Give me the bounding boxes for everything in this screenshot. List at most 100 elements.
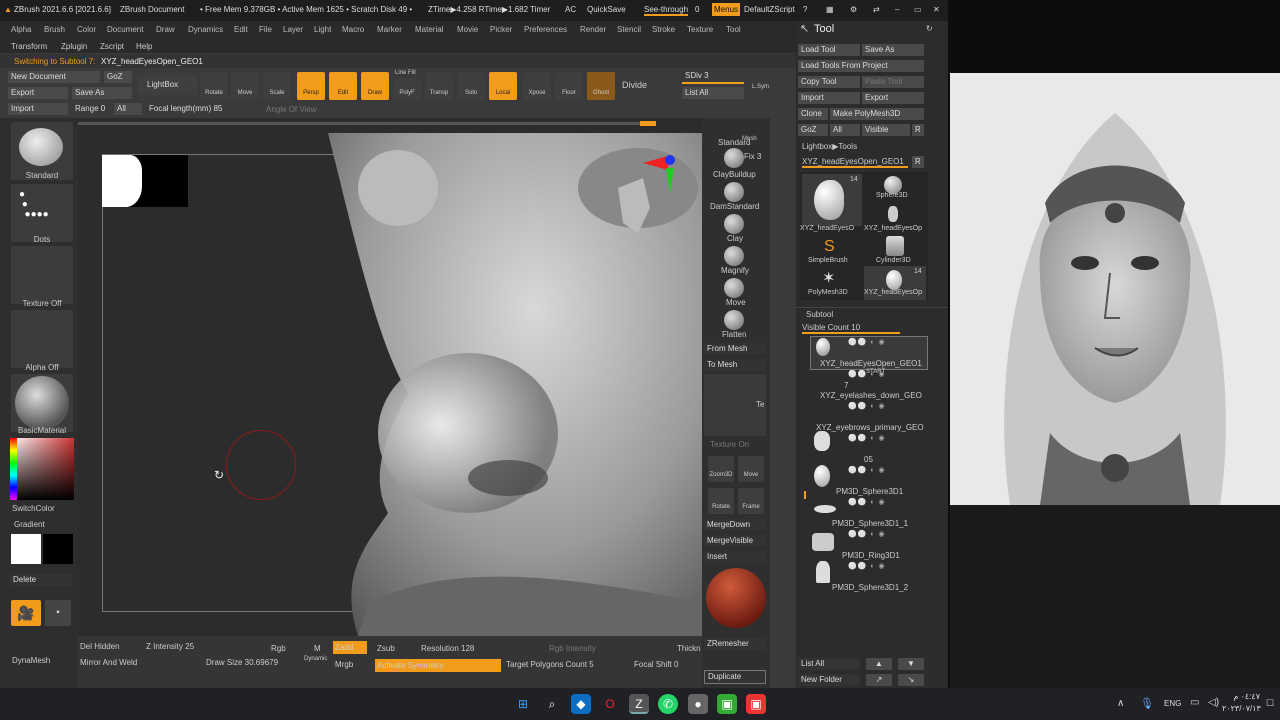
menu-zplugin[interactable]: Zplugin: [61, 42, 87, 51]
alpha-thumb[interactable]: [11, 310, 73, 368]
menu-movie[interactable]: Movie: [457, 25, 478, 34]
menu-macro[interactable]: Macro: [342, 25, 364, 34]
divide-button[interactable]: Divide: [622, 80, 647, 90]
tray-chevron-icon[interactable]: ∧: [1117, 698, 1124, 709]
close-icon[interactable]: ✕: [933, 5, 940, 14]
mrgb-button[interactable]: Mrgb: [335, 660, 353, 669]
edit-button[interactable]: Edit: [329, 72, 357, 100]
brush-damstandard-label[interactable]: DamStandard: [710, 202, 759, 211]
load-tools-project-button[interactable]: Load Tools From Project: [798, 60, 924, 72]
texture-on-button[interactable]: Texture On: [710, 440, 749, 449]
menu-picker[interactable]: Picker: [490, 25, 512, 34]
goz-button[interactable]: GoZ: [104, 71, 132, 83]
subtool-up-icon[interactable]: ▲: [866, 658, 892, 670]
flatten-icon[interactable]: [724, 310, 744, 330]
language-indicator[interactable]: ENG: [1164, 699, 1181, 708]
range-slider[interactable]: Range 0: [72, 103, 112, 115]
polymesh3d-icon[interactable]: ✶: [822, 268, 835, 288]
menus-button[interactable]: Menus: [712, 3, 741, 16]
menu-draw[interactable]: Draw: [156, 25, 175, 34]
layout-icon[interactable]: ▦: [826, 5, 834, 14]
clone-button[interactable]: Clone: [798, 108, 828, 120]
menu-file[interactable]: File: [259, 25, 272, 34]
visible-count-slider[interactable]: Visible Count 10: [802, 323, 901, 334]
canvas-scrollbar[interactable]: [78, 122, 648, 125]
tool-panel-refresh-icon[interactable]: ↻: [926, 24, 933, 33]
zbrush-taskbar-icon[interactable]: Z: [629, 694, 649, 714]
opera-icon[interactable]: O: [600, 694, 620, 714]
mic-icon[interactable]: 🎙: [1140, 697, 1154, 710]
cylinder3d-icon[interactable]: [886, 236, 904, 256]
subtool-toggles-6[interactable]: ⚪⚪ ◐ ◉: [848, 530, 886, 538]
focal-shift-slider[interactable]: Focal Shift 0: [634, 660, 678, 669]
lsym-button[interactable]: L.Sym: [752, 84, 769, 90]
move-tool-button[interactable]: Move: [231, 72, 259, 100]
scale-tool-button[interactable]: Scale: [263, 72, 291, 100]
draw-button[interactable]: Draw: [361, 72, 389, 100]
zsub-button[interactable]: Zsub: [377, 644, 395, 653]
clay-icon[interactable]: [724, 214, 744, 234]
from-mesh-button[interactable]: From Mesh: [704, 343, 766, 355]
tool-collapse-icon[interactable]: ↖: [800, 22, 809, 35]
new-folder-button[interactable]: New Folder: [798, 674, 860, 686]
tool-save-as-button[interactable]: Save As: [862, 44, 924, 56]
lightbox-button[interactable]: LightBox: [137, 75, 197, 95]
brush-clay-label[interactable]: Clay: [727, 234, 743, 243]
draw-size-slider[interactable]: Draw Size 30.69679: [206, 658, 278, 667]
import-button[interactable]: Import: [8, 103, 68, 115]
rgb-button[interactable]: Rgb: [271, 644, 286, 653]
paste-tool-button[interactable]: Paste Tool: [862, 76, 924, 88]
menu-light[interactable]: Light: [314, 25, 331, 34]
matcap-sphere[interactable]: [706, 568, 766, 628]
damstandard-icon[interactable]: [724, 182, 744, 202]
merge-down-button[interactable]: MergeDown: [704, 519, 766, 531]
menu-stencil[interactable]: Stencil: [617, 25, 641, 34]
zremesher-button[interactable]: ZRemesher: [704, 638, 766, 650]
solo-button[interactable]: Solo: [457, 72, 485, 100]
persp-button[interactable]: Persp: [297, 72, 325, 100]
z-intensity-slider[interactable]: Z Intensity 25: [146, 642, 194, 651]
menu-material[interactable]: Material: [415, 25, 443, 34]
secondary-color-swatch[interactable]: [43, 534, 73, 564]
minimize-icon[interactable]: –: [895, 5, 899, 14]
app-green-icon[interactable]: ▣: [717, 694, 737, 714]
current-tool-name[interactable]: XYZ_headEyesOpen_GEO1: [802, 157, 908, 168]
menu-brush[interactable]: Brush: [44, 25, 65, 34]
subtool-toggles-4[interactable]: ⚪⚪ ◐ ◉: [848, 466, 886, 474]
delete-button[interactable]: Delete: [10, 574, 72, 586]
menu-alpha[interactable]: Alpha: [11, 25, 31, 34]
tool-import-button[interactable]: Import: [798, 92, 860, 104]
mirror-weld-button[interactable]: Mirror And Weld: [80, 658, 137, 667]
floor-button[interactable]: Floor: [555, 72, 583, 100]
texture-thumb[interactable]: [11, 246, 73, 304]
copy-tool-button[interactable]: Copy Tool: [798, 76, 860, 88]
zoom3d-button[interactable]: Zoom3D: [708, 456, 734, 482]
subtool-toggles-7[interactable]: ⚪⚪ ◐ ◉: [848, 562, 886, 570]
menu-zscript[interactable]: Zscript: [100, 42, 124, 51]
folder-move2-icon[interactable]: ↘: [898, 674, 924, 686]
resolution-slider[interactable]: Resolution 128: [421, 644, 474, 653]
subtool-list-all-button[interactable]: List All: [798, 658, 860, 670]
transp-button[interactable]: Transp: [425, 72, 453, 100]
swap-icon[interactable]: ⇄: [873, 5, 880, 14]
zadd-button[interactable]: Zadd: [333, 641, 368, 654]
menu-render[interactable]: Render: [580, 25, 606, 34]
make-polymesh-button[interactable]: Make PolyMesh3D: [830, 108, 924, 120]
clipboard-icon[interactable]: ▪: [45, 600, 71, 626]
local-button[interactable]: Local: [489, 72, 517, 100]
color-picker[interactable]: [10, 438, 74, 500]
move-brush-icon[interactable]: [724, 278, 744, 298]
brush-flatten-label[interactable]: Flatten: [722, 330, 746, 339]
brush-claybuildup-label[interactable]: ClayBuildup: [713, 170, 756, 179]
merge-visible-button[interactable]: MergeVisible: [704, 535, 766, 547]
subtool-down-icon[interactable]: ▼: [898, 658, 924, 670]
settings-icon[interactable]: ⚙: [850, 5, 857, 14]
m-button[interactable]: M: [314, 644, 321, 653]
obs-icon[interactable]: ●: [688, 694, 708, 714]
subtool-toggles-2[interactable]: ⚪⚪ ◐ ◉: [848, 402, 886, 410]
maximize-icon[interactable]: ▭: [914, 5, 922, 14]
new-document-button[interactable]: New Document: [8, 71, 100, 83]
folder-move-icon[interactable]: ↗: [866, 674, 892, 686]
app-red-icon[interactable]: ▣: [746, 694, 766, 714]
volume-icon[interactable]: ◁): [1208, 697, 1219, 708]
